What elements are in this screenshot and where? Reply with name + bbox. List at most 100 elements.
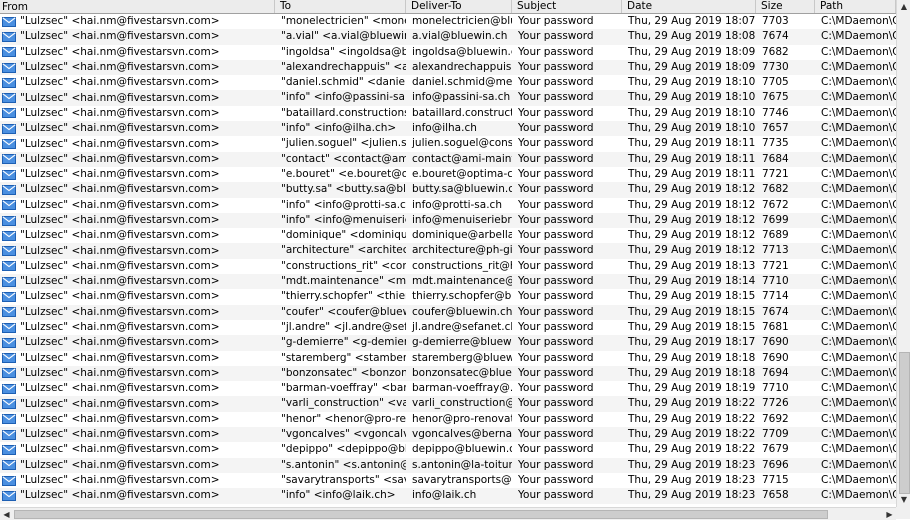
- from-cell: "Lulzsec" <hai.nm@fivestarsvn.com>: [0, 136, 275, 151]
- mail-envelope-icon: [2, 123, 16, 134]
- column-header-from[interactable]: From: [0, 0, 275, 13]
- from-cell: "Lulzsec" <hai.nm@fivestarsvn.com>: [0, 442, 275, 457]
- table-row[interactable]: "Lulzsec" <hai.nm@fivestarsvn.com> "domin…: [0, 228, 896, 243]
- mail-envelope-icon: [2, 383, 16, 394]
- mail-envelope-icon: [2, 184, 16, 195]
- date-cell: Thu, 29 Aug 2019 18:22:...: [628, 443, 756, 456]
- from-text: "Lulzsec" <hai.nm@fivestarsvn.com>: [20, 229, 220, 242]
- column-header-size[interactable]: Size: [756, 0, 815, 13]
- date-cell: Thu, 29 Aug 2019 18:08:...: [628, 30, 756, 43]
- table-row[interactable]: "Lulzsec" <hai.nm@fivestarsvn.com> "batai…: [0, 106, 896, 121]
- from-text: "Lulzsec" <hai.nm@fivestarsvn.com>: [20, 428, 220, 441]
- column-header-subject[interactable]: Subject: [512, 0, 622, 13]
- table-row[interactable]: "Lulzsec" <hai.nm@fivestarsvn.com> "e.bou…: [0, 167, 896, 182]
- table-row[interactable]: "Lulzsec" <hai.nm@fivestarsvn.com> "barma…: [0, 381, 896, 396]
- scroll-up-arrow-icon[interactable]: ▲: [897, 0, 910, 13]
- size-cell: 7689: [762, 229, 789, 242]
- from-text: "Lulzsec" <hai.nm@fivestarsvn.com>: [20, 412, 220, 425]
- deliver-to-cell: julien.soguel@const...: [412, 137, 512, 150]
- size-cell: 7674: [762, 30, 789, 43]
- table-row[interactable]: "Lulzsec" <hai.nm@fivestarsvn.com> "henor…: [0, 412, 896, 427]
- table-row[interactable]: "Lulzsec" <hai.nm@fivestarsvn.com> "depip…: [0, 442, 896, 457]
- scroll-down-arrow-icon[interactable]: ▼: [897, 493, 910, 506]
- table-row[interactable]: "Lulzsec" <hai.nm@fivestarsvn.com> "savar…: [0, 473, 896, 488]
- from-cell: "Lulzsec" <hai.nm@fivestarsvn.com>: [0, 412, 275, 427]
- path-cell: C:\MDaemon\Qu: [821, 412, 896, 425]
- subject-cell: Your password: [518, 366, 594, 379]
- mail-envelope-icon: [2, 47, 16, 58]
- table-row[interactable]: "Lulzsec" <hai.nm@fivestarsvn.com> "varli…: [0, 396, 896, 412]
- table-row[interactable]: "Lulzsec" <hai.nm@fivestarsvn.com> "butty…: [0, 182, 896, 198]
- from-text: "Lulzsec" <hai.nm@fivestarsvn.com>: [20, 198, 220, 211]
- table-row[interactable]: "Lulzsec" <hai.nm@fivestarsvn.com> "coufe…: [0, 304, 896, 320]
- column-header-deliver-to[interactable]: Deliver-To: [406, 0, 512, 13]
- size-cell: 7672: [762, 198, 789, 211]
- to-cell: "info" <info@menuiseriebr...: [281, 213, 406, 226]
- size-cell: 7746: [762, 106, 789, 119]
- from-text: "Lulzsec" <hai.nm@fivestarsvn.com>: [20, 91, 220, 104]
- message-list[interactable]: "Lulzsec" <hai.nm@fivestarsvn.com> "monel…: [0, 14, 896, 507]
- table-row[interactable]: "Lulzsec" <hai.nm@fivestarsvn.com> "mdt.m…: [0, 274, 896, 290]
- table-row[interactable]: "Lulzsec" <hai.nm@fivestarsvn.com> "bonzo…: [0, 365, 896, 382]
- subject-cell: Your password: [518, 382, 594, 395]
- scroll-left-arrow-icon[interactable]: ◀: [0, 508, 13, 520]
- date-cell: Thu, 29 Aug 2019 18:23:...: [628, 473, 756, 486]
- from-text: "Lulzsec" <hai.nm@fivestarsvn.com>: [20, 122, 220, 135]
- table-row[interactable]: "Lulzsec" <hai.nm@fivestarsvn.com> "ingol…: [0, 45, 896, 60]
- from-text: "Lulzsec" <hai.nm@fivestarsvn.com>: [20, 45, 220, 58]
- to-cell: "constructions_rit" <const...: [281, 259, 406, 272]
- mail-envelope-icon: [2, 246, 16, 257]
- size-cell: 7721: [762, 167, 789, 180]
- table-row[interactable]: "Lulzsec" <hai.nm@fivestarsvn.com> "info"…: [0, 212, 896, 229]
- table-row[interactable]: "Lulzsec" <hai.nm@fivestarsvn.com> "info"…: [0, 198, 896, 213]
- date-cell: Thu, 29 Aug 2019 18:18:...: [628, 366, 756, 379]
- from-text: "Lulzsec" <hai.nm@fivestarsvn.com>: [20, 275, 220, 288]
- deliver-to-cell: butty.sa@bluewin.ch: [412, 183, 512, 196]
- table-row[interactable]: "Lulzsec" <hai.nm@fivestarsvn.com> "monel…: [0, 14, 896, 29]
- table-row[interactable]: "Lulzsec" <hai.nm@fivestarsvn.com> "danie…: [0, 75, 896, 90]
- to-cell: "daniel.schmid" <daniel.sc...: [281, 76, 406, 89]
- table-row[interactable]: "Lulzsec" <hai.nm@fivestarsvn.com> "thier…: [0, 289, 896, 304]
- path-cell: C:\MDaemon\Qu: [821, 106, 896, 119]
- vertical-scroll-thumb[interactable]: [899, 352, 910, 494]
- deliver-to-cell: s.antonin@la-toitur...: [412, 458, 512, 471]
- table-row[interactable]: "Lulzsec" <hai.nm@fivestarsvn.com> "g-dem…: [0, 335, 896, 351]
- table-row[interactable]: "Lulzsec" <hai.nm@fivestarsvn.com> "jl.an…: [0, 320, 896, 335]
- vertical-scrollbar[interactable]: ▲ ▼: [896, 0, 910, 507]
- subject-cell: Your password: [518, 122, 594, 135]
- path-cell: C:\MDaemon\Qu: [821, 229, 896, 242]
- date-cell: Thu, 29 Aug 2019 18:15:...: [628, 290, 756, 303]
- table-row[interactable]: "Lulzsec" <hai.nm@fivestarsvn.com> "info"…: [0, 90, 896, 106]
- column-header-date[interactable]: Date: [622, 0, 756, 13]
- column-header-path[interactable]: Path: [815, 0, 896, 13]
- table-row[interactable]: "Lulzsec" <hai.nm@fivestarsvn.com> "a.via…: [0, 29, 896, 45]
- from-cell: "Lulzsec" <hai.nm@fivestarsvn.com>: [0, 351, 275, 366]
- date-cell: Thu, 29 Aug 2019 18:15:...: [628, 320, 756, 333]
- subject-cell: Your password: [518, 443, 594, 456]
- table-row[interactable]: "Lulzsec" <hai.nm@fivestarsvn.com> "archi…: [0, 243, 896, 259]
- table-row[interactable]: "Lulzsec" <hai.nm@fivestarsvn.com> "conta…: [0, 151, 896, 167]
- table-row[interactable]: "Lulzsec" <hai.nm@fivestarsvn.com> "const…: [0, 259, 896, 274]
- from-text: "Lulzsec" <hai.nm@fivestarsvn.com>: [20, 183, 220, 196]
- table-row[interactable]: "Lulzsec" <hai.nm@fivestarsvn.com> "info"…: [0, 121, 896, 137]
- from-cell: "Lulzsec" <hai.nm@fivestarsvn.com>: [0, 182, 275, 197]
- size-cell: 7657: [762, 122, 789, 135]
- table-row[interactable]: "Lulzsec" <hai.nm@fivestarsvn.com> "stare…: [0, 351, 896, 366]
- table-row[interactable]: "Lulzsec" <hai.nm@fivestarsvn.com> "s.ant…: [0, 457, 896, 473]
- table-row[interactable]: "Lulzsec" <hai.nm@fivestarsvn.com> "vgonc…: [0, 427, 896, 443]
- deliver-to-cell: monelectricien@blue...: [412, 15, 512, 27]
- scroll-right-arrow-icon[interactable]: ▶: [883, 508, 896, 520]
- to-cell: "info" <info@protti-sa.ch>: [281, 198, 406, 211]
- column-header-to[interactable]: To: [275, 0, 406, 13]
- path-cell: C:\MDaemon\Qu: [821, 366, 896, 379]
- path-cell: C:\MDaemon\Qu: [821, 259, 896, 272]
- from-text: "Lulzsec" <hai.nm@fivestarsvn.com>: [20, 137, 220, 150]
- from-cell: "Lulzsec" <hai.nm@fivestarsvn.com>: [0, 274, 275, 289]
- path-cell: C:\MDaemon\Qu: [821, 397, 896, 410]
- table-row[interactable]: "Lulzsec" <hai.nm@fivestarsvn.com> "julie…: [0, 136, 896, 151]
- table-row[interactable]: "Lulzsec" <hai.nm@fivestarsvn.com> "alexa…: [0, 59, 896, 76]
- table-row[interactable]: "Lulzsec" <hai.nm@fivestarsvn.com> "info"…: [0, 488, 896, 504]
- horizontal-scrollbar[interactable]: ◀ ▶: [0, 507, 896, 520]
- to-cell: "bonzonsatec" <bonzonsa...: [281, 366, 406, 379]
- horizontal-scroll-thumb[interactable]: [14, 510, 828, 519]
